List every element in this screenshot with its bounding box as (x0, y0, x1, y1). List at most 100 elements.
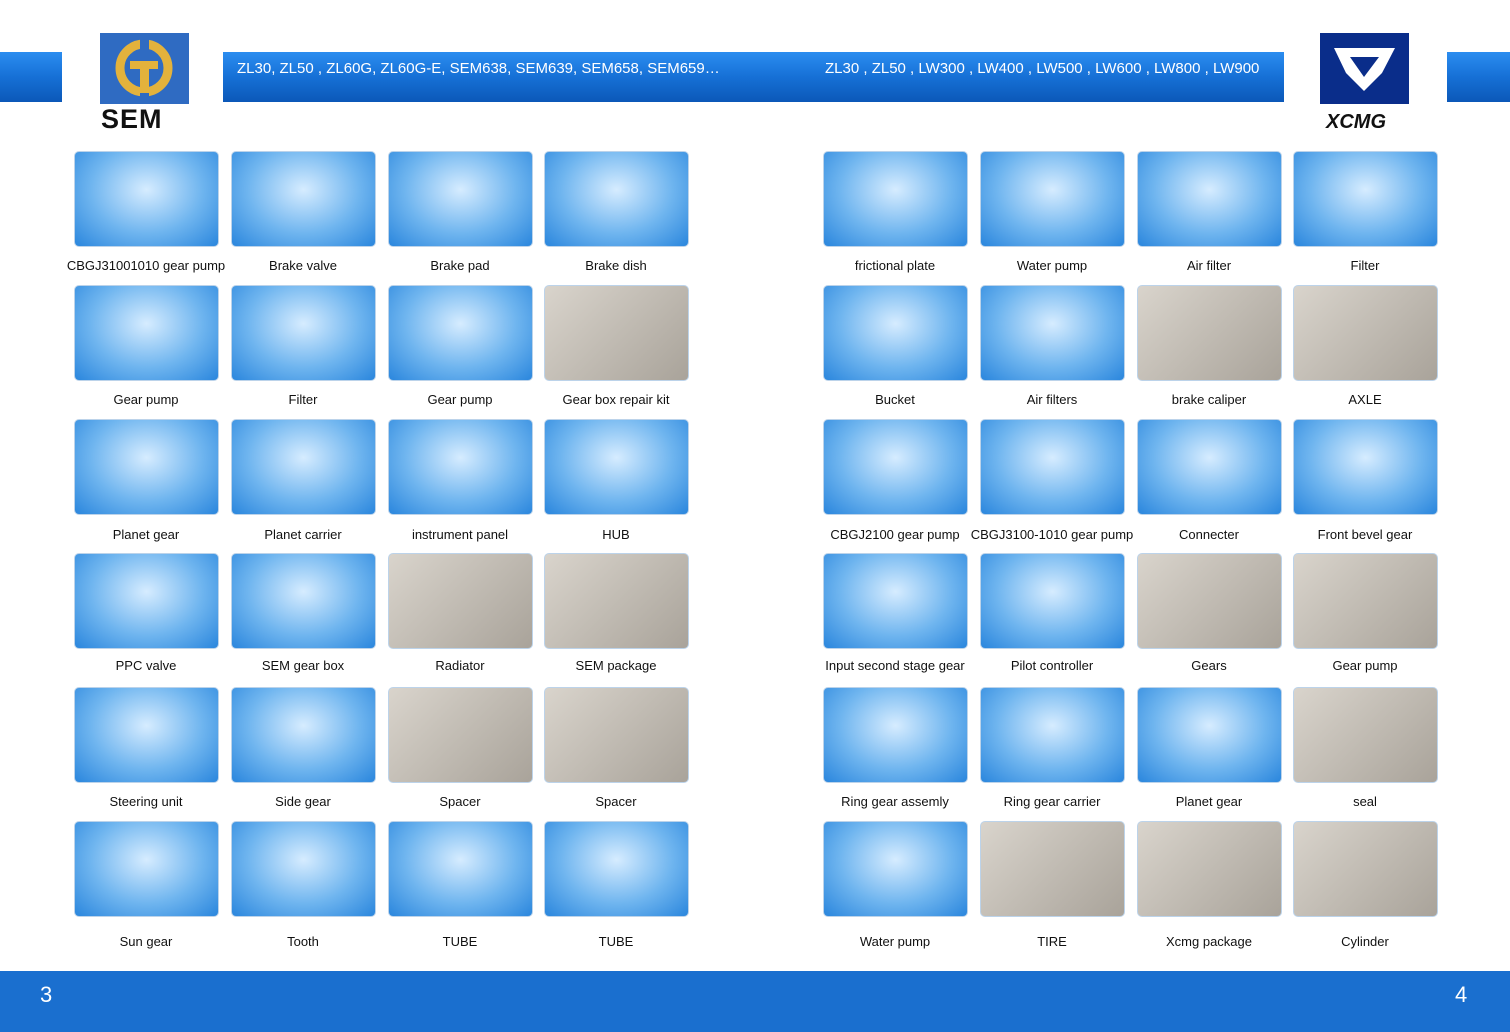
product-image (74, 821, 219, 917)
product-caption: Side gear (275, 794, 331, 809)
product-image (980, 821, 1125, 917)
product-caption: Steering unit (109, 794, 183, 809)
product-image (74, 285, 219, 381)
sem-logo-mark (100, 33, 189, 104)
product-caption: Gear box repair kit (562, 392, 670, 407)
product-image (544, 285, 689, 381)
product-image (1137, 151, 1282, 247)
product-image (823, 821, 968, 917)
product-image (388, 553, 533, 649)
product-image (74, 419, 219, 515)
right-models-text: ZL30 , ZL50 , LW300 , LW400 , LW500 , LW… (825, 60, 1260, 77)
product-image (823, 419, 968, 515)
product-caption: brake caliper (1171, 392, 1247, 407)
xcmg-logo-mark (1320, 33, 1409, 104)
product-image (1293, 419, 1438, 515)
xcmg-emblem-icon (1334, 48, 1395, 91)
product-caption: Xcmg package (1166, 934, 1252, 949)
product-image (544, 151, 689, 247)
product-caption: AXLE (1348, 392, 1382, 407)
product-image (544, 687, 689, 783)
product-caption: Brake pad (430, 258, 490, 273)
product-image (1137, 285, 1282, 381)
product-image (1293, 687, 1438, 783)
product-image (544, 553, 689, 649)
product-caption: Pilot controller (1010, 658, 1094, 673)
product-caption: HUB (602, 527, 630, 542)
product-image (231, 687, 376, 783)
product-caption: Ring gear assemly (841, 794, 949, 809)
product-image (823, 151, 968, 247)
product-image (823, 687, 968, 783)
product-caption: Gear pump (427, 392, 493, 407)
product-caption: Connecter (1179, 527, 1239, 542)
product-image (388, 419, 533, 515)
product-caption: Brake dish (585, 258, 647, 273)
product-image (74, 553, 219, 649)
product-caption: Sun gear (119, 934, 173, 949)
product-caption: TUBE (598, 934, 634, 949)
product-image (980, 419, 1125, 515)
product-caption: SEM package (575, 658, 657, 673)
product-caption: Air filters (1026, 392, 1078, 407)
xcmg-logo-text: XCMG (1326, 111, 1386, 133)
product-image (74, 151, 219, 247)
product-caption: Planet gear (1175, 794, 1243, 809)
product-caption: frictional plate (854, 258, 936, 273)
product-image (388, 151, 533, 247)
product-caption: Gears (1191, 658, 1227, 673)
product-image (1137, 687, 1282, 783)
product-caption: Front bevel gear (1317, 527, 1413, 542)
product-caption: SEM gear box (261, 658, 345, 673)
product-image (231, 419, 376, 515)
product-image (388, 821, 533, 917)
product-image (980, 151, 1125, 247)
product-image (231, 553, 376, 649)
product-caption: Water pump (1016, 258, 1088, 273)
product-caption: Ring gear carrier (1003, 794, 1101, 809)
product-image (231, 151, 376, 247)
product-caption: Cylinder (1341, 934, 1389, 949)
product-image (74, 687, 219, 783)
product-caption: Planet gear (112, 527, 180, 542)
left-models-text: ZL30, ZL50 , ZL60G, ZL60G-E, SEM638, SEM… (237, 60, 720, 77)
product-caption: Tooth (287, 934, 319, 949)
product-image (231, 285, 376, 381)
product-image (823, 553, 968, 649)
product-caption: CBGJ3100-1010 gear pump (970, 527, 1134, 542)
product-image (980, 285, 1125, 381)
product-caption: CBGJ31001010 gear pump (66, 258, 226, 273)
product-image (544, 821, 689, 917)
product-image (980, 687, 1125, 783)
product-caption: seal (1353, 794, 1377, 809)
product-image (980, 553, 1125, 649)
product-caption: Input second stage gear (825, 658, 965, 673)
header-band-left-stub (0, 52, 62, 102)
sem-emblem-icon (115, 37, 173, 97)
product-caption: Spacer (595, 794, 637, 809)
page-number-left: 3 (40, 982, 53, 1007)
product-image (388, 285, 533, 381)
product-caption: Spacer (439, 794, 481, 809)
product-caption: Gear pump (113, 392, 179, 407)
product-caption: Gear pump (1332, 658, 1398, 673)
product-caption: CBGJ2100 gear pump (830, 527, 960, 542)
product-caption: PPC valve (115, 658, 177, 673)
product-image (388, 687, 533, 783)
header-band-right-stub (1447, 52, 1510, 102)
product-image (1137, 419, 1282, 515)
sem-logo-text: SEM (101, 104, 163, 134)
product-caption: Radiator (435, 658, 485, 673)
product-image (1137, 553, 1282, 649)
product-caption: Planet carrier (264, 527, 342, 542)
product-image (231, 821, 376, 917)
product-image (1137, 821, 1282, 917)
product-caption: instrument panel (411, 527, 509, 542)
product-image (1293, 285, 1438, 381)
product-image (1293, 553, 1438, 649)
product-caption: TIRE (1037, 934, 1067, 949)
product-caption: TUBE (442, 934, 478, 949)
product-caption: Air filter (1186, 258, 1232, 273)
page-number-right: 4 (1455, 982, 1468, 1007)
product-caption: Brake valve (269, 258, 337, 273)
